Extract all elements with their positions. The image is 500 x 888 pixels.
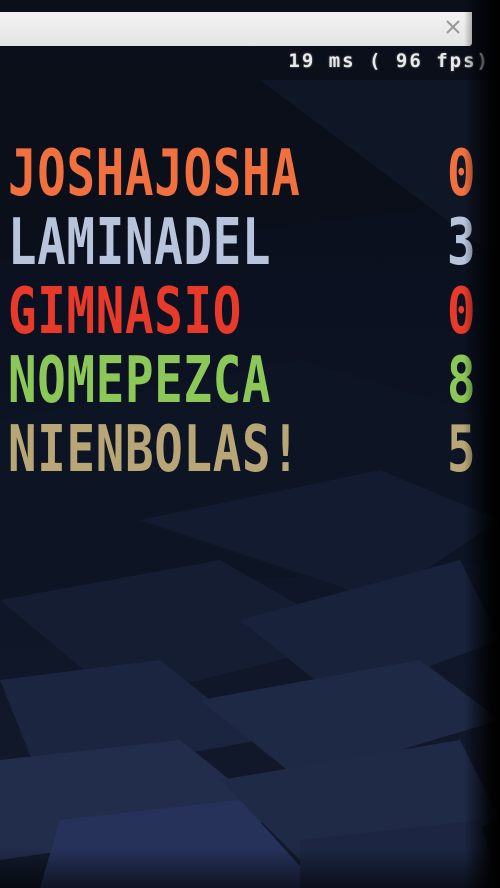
window-title-bar <box>0 12 472 46</box>
scoreboard: JOSHAJOSHA 0 LAMINADEL 3 GIMNASIO 0 NOME… <box>8 140 484 485</box>
scoreboard-row: NIENBOLAS! 5 <box>8 416 484 484</box>
monitor-bezel <box>464 0 500 888</box>
scoreboard-row: LAMINADEL 3 <box>8 209 484 277</box>
player-name: NOMEPEZCA <box>8 344 272 418</box>
scoreboard-row: NOMEPEZCA 8 <box>8 347 484 415</box>
player-name: GIMNASIO <box>8 275 243 349</box>
player-name: JOSHAJOSHA <box>8 137 301 211</box>
player-name: LAMINADEL <box>8 206 272 280</box>
game-screen: 19 ms ( 96 fps) JOSHAJOSHA 0 LAMINADEL 3… <box>0 0 500 888</box>
close-icon[interactable] <box>444 18 462 36</box>
player-name: NIENBOLAS! <box>8 413 301 487</box>
scoreboard-row: JOSHAJOSHA 0 <box>8 140 484 208</box>
screen-vignette <box>0 848 500 888</box>
scoreboard-row: GIMNASIO 0 <box>8 278 484 346</box>
frame-time-readout: 19 ms ( 96 fps) <box>288 50 490 72</box>
